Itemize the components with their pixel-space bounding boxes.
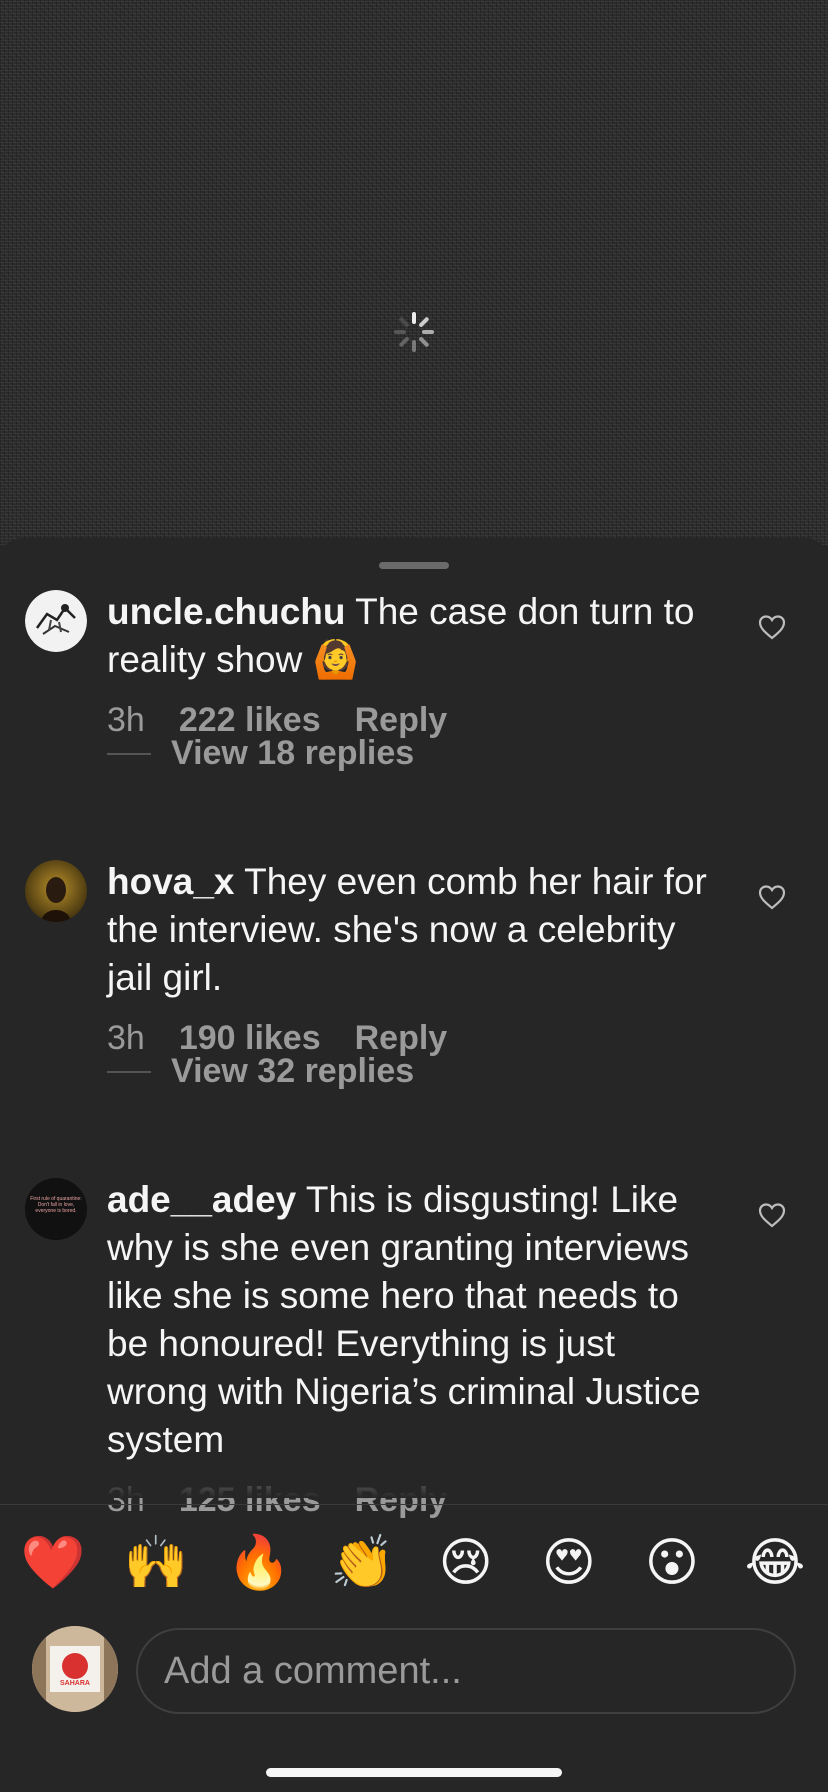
heart-outline-icon[interactable] xyxy=(758,884,786,910)
comment-username[interactable]: uncle.chuchu xyxy=(107,591,345,632)
replies-divider-line xyxy=(107,752,151,755)
heart-outline-icon[interactable] xyxy=(758,1202,786,1228)
avatar-caption: First rule of quarantine: Don't fall in … xyxy=(30,1196,82,1214)
view-replies-button[interactable]: View 18 replies xyxy=(107,734,414,773)
replies-divider-line xyxy=(107,1070,151,1073)
list-fade-overlay xyxy=(0,1458,828,1498)
view-replies-label[interactable]: View 32 replies xyxy=(171,1052,414,1091)
comment-username[interactable]: hova_x xyxy=(107,861,235,902)
home-indicator[interactable] xyxy=(266,1768,562,1777)
comments-sheet: uncle.chuchu The case don turn to realit… xyxy=(0,538,828,1792)
comment-composer: SAHARA xyxy=(0,1618,828,1718)
video-preview[interactable] xyxy=(0,0,828,545)
comment-username[interactable]: ade__adey xyxy=(107,1179,296,1220)
emoji-bar-divider xyxy=(0,1504,828,1505)
view-replies-label[interactable]: View 18 replies xyxy=(171,734,414,773)
avatar[interactable]: First rule of quarantine: Don't fall in … xyxy=(25,1178,87,1240)
sheet-drag-handle[interactable] xyxy=(379,562,449,569)
comment-message: This is disgusting! Like why is she even… xyxy=(107,1179,701,1460)
emoji-reaction-bar: ❤️ 🙌 🔥 👏 😢 😍 😮 😂 xyxy=(0,1523,828,1603)
emoji-surprised-button[interactable]: 😮 xyxy=(641,1532,703,1594)
loading-spinner-icon xyxy=(394,312,434,352)
my-avatar[interactable]: SAHARA xyxy=(32,1626,118,1712)
emoji-laughing-button[interactable]: 😂 xyxy=(744,1532,806,1594)
comment-input-wrapper xyxy=(136,1628,796,1714)
avatar[interactable] xyxy=(25,590,87,652)
emoji-fire-button[interactable]: 🔥 xyxy=(227,1532,292,1594)
emoji-heart-button[interactable]: ❤️ xyxy=(21,1532,86,1594)
comment-input[interactable] xyxy=(138,1630,794,1712)
emoji-clap-button[interactable]: 👏 xyxy=(330,1532,395,1594)
avatar[interactable] xyxy=(25,860,87,922)
comment-text: hova_x They even comb her hair for the i… xyxy=(107,858,717,1062)
my-avatar-label: SAHARA xyxy=(60,1680,90,1687)
quarantine-text-avatar: First rule of quarantine: Don't fall in … xyxy=(25,1178,87,1240)
view-replies-button[interactable]: View 32 replies xyxy=(107,1052,414,1091)
emoji-heart-eyes-button[interactable]: 😍 xyxy=(538,1532,600,1594)
emoji-raised-hands-button[interactable]: 🙌 xyxy=(124,1532,189,1594)
heart-outline-icon[interactable] xyxy=(758,614,786,640)
comment-text: uncle.chuchu The case don turn to realit… xyxy=(107,588,717,744)
comments-list[interactable]: uncle.chuchu The case don turn to realit… xyxy=(0,588,828,1543)
emoji-crying-button[interactable]: 😢 xyxy=(435,1532,497,1594)
